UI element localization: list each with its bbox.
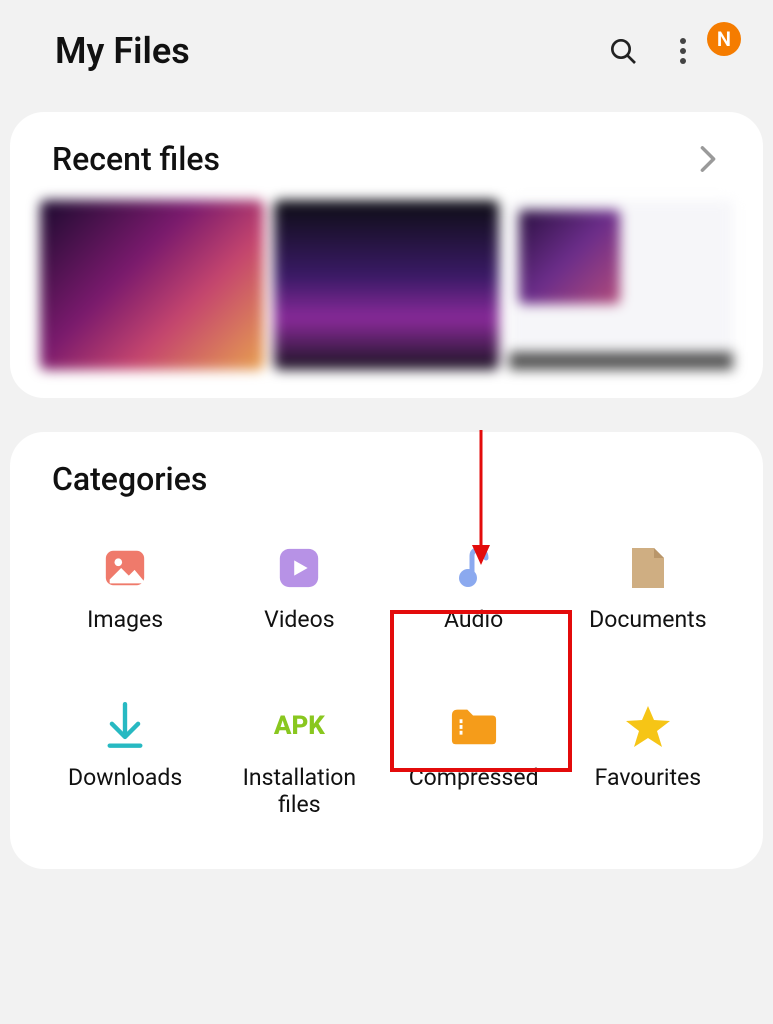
category-label: Favourites — [595, 764, 701, 792]
page-title: My Files — [55, 30, 583, 72]
apk-icon: APK — [274, 702, 325, 750]
category-label: Compressed — [409, 764, 539, 792]
recent-thumbnail[interactable] — [274, 200, 498, 370]
category-label: Videos — [264, 606, 334, 634]
video-icon — [275, 544, 323, 592]
category-compressed[interactable]: Compressed — [387, 692, 561, 829]
category-label: Audio — [444, 606, 503, 634]
recent-files-thumbnails[interactable] — [10, 200, 763, 370]
recent-files-card: Recent files — [10, 112, 763, 398]
category-label: Images — [87, 606, 163, 634]
categories-title: Categories — [52, 460, 721, 498]
recent-thumbnail[interactable] — [40, 200, 264, 370]
category-installation-files[interactable]: APK Installation files — [212, 692, 386, 829]
download-icon — [101, 702, 149, 750]
categories-card: Categories Images Videos — [10, 432, 763, 869]
category-images[interactable]: Images — [38, 534, 212, 644]
category-downloads[interactable]: Downloads — [38, 692, 212, 829]
header: My Files — [0, 0, 773, 102]
category-label: Documents — [589, 606, 706, 634]
category-videos[interactable]: Videos — [212, 534, 386, 644]
recent-files-title: Recent files — [52, 140, 695, 178]
category-favourites[interactable]: Favourites — [561, 692, 735, 829]
audio-icon — [450, 544, 498, 592]
avatar[interactable]: N — [707, 22, 741, 56]
more-vertical-icon — [679, 36, 687, 66]
chevron-right-icon — [695, 146, 721, 172]
search-button[interactable] — [603, 31, 643, 71]
category-audio[interactable]: Audio — [387, 534, 561, 644]
more-button[interactable] — [663, 31, 703, 71]
category-documents[interactable]: Documents — [561, 534, 735, 644]
recent-files-header[interactable]: Recent files — [10, 140, 763, 200]
category-label: Downloads — [68, 764, 182, 792]
recent-thumbnail[interactable] — [509, 200, 733, 370]
search-icon — [607, 35, 639, 67]
compressed-icon — [450, 702, 498, 750]
star-icon — [624, 702, 672, 750]
category-label: Installation files — [243, 764, 357, 819]
avatar-letter: N — [717, 27, 731, 51]
categories-grid: Images Videos Audio — [10, 526, 763, 829]
image-icon — [101, 544, 149, 592]
document-icon — [624, 544, 672, 592]
